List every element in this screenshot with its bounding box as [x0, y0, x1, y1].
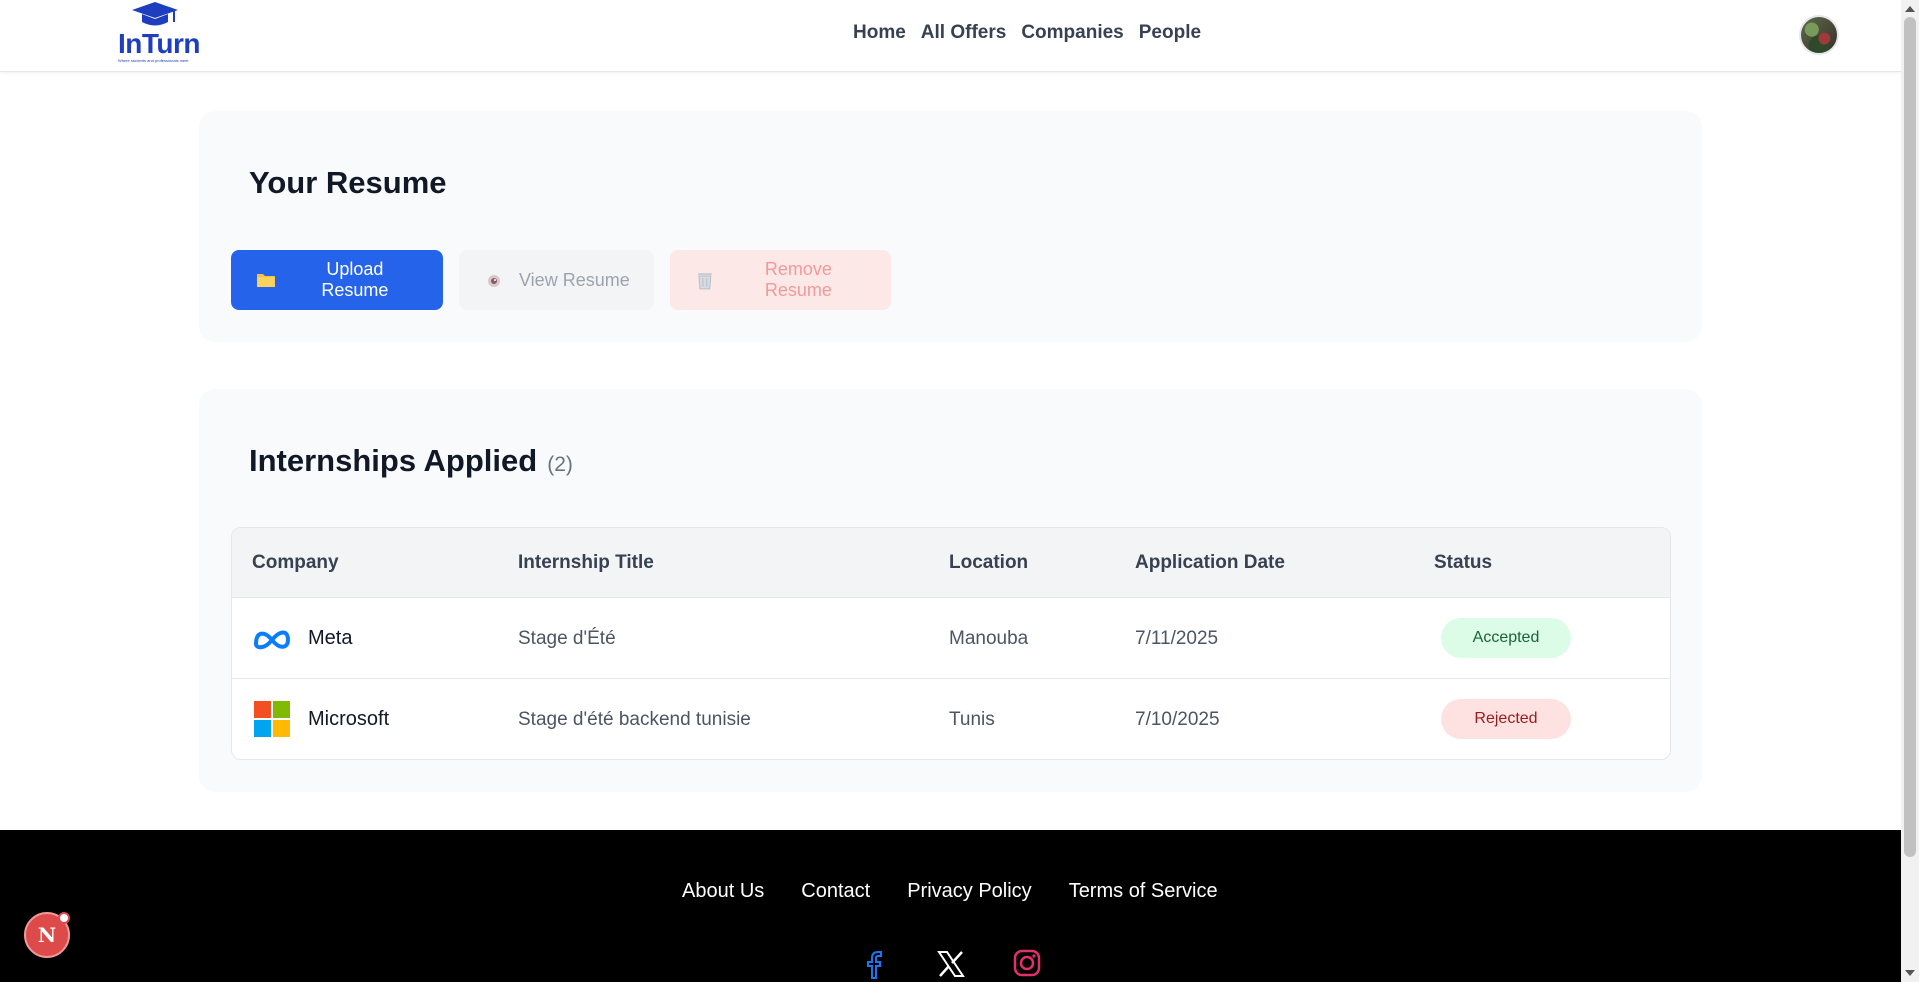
column-status: Status — [1434, 552, 1493, 573]
meta-logo-icon — [254, 630, 290, 650]
footer-links: About Us Contact Privacy Policy Terms of… — [682, 880, 1218, 903]
location: Tunis — [949, 709, 995, 730]
application-date: 7/10/2025 — [1135, 709, 1220, 730]
column-internship-title: Internship Title — [518, 552, 654, 573]
x-icon[interactable] — [937, 948, 965, 980]
applied-count: (2) — [547, 453, 573, 476]
resume-section: Your Resume Upload Resume View Resume Re… — [199, 111, 1702, 342]
application-date: 7/11/2025 — [1135, 628, 1219, 649]
footer-link-about[interactable]: About Us — [682, 880, 764, 903]
upload-resume-label: Upload Resume — [321, 259, 389, 300]
main-nav: Home All Offers Companies People — [853, 22, 1201, 44]
column-company: Company — [252, 552, 339, 573]
view-resume-button[interactable]: View Resume — [459, 250, 654, 310]
facebook-icon[interactable] — [862, 948, 888, 980]
user-avatar[interactable] — [1799, 15, 1839, 55]
nav-companies[interactable]: Companies — [1021, 22, 1123, 44]
instagram-icon[interactable] — [1012, 948, 1042, 980]
folder-icon — [256, 274, 275, 287]
nav-people[interactable]: People — [1139, 22, 1201, 44]
graduation-cap-icon — [132, 2, 178, 26]
company-cell: Meta — [252, 618, 352, 658]
footer-link-terms[interactable]: Terms of Service — [1069, 880, 1218, 903]
table-row[interactable]: Microsoft Stage d'été backend tunisie Tu… — [232, 679, 1670, 759]
nav-home[interactable]: Home — [853, 22, 906, 44]
resume-title: Your Resume — [249, 165, 447, 200]
applications-table: Company Internship Title Location Applic… — [231, 527, 1671, 760]
internship-title: Stage d'Été — [518, 628, 616, 649]
view-resume-label: View Resume — [519, 269, 630, 290]
trash-icon — [697, 273, 712, 290]
status-badge: Rejected — [1441, 699, 1571, 739]
table-row[interactable]: Meta Stage d'Été Manouba 7/11/2025 Accep… — [232, 598, 1670, 679]
internships-applied-title: Internships Applied (2) — [249, 443, 573, 479]
nav-all-offers[interactable]: All Offers — [921, 22, 1007, 44]
company-cell: Microsoft — [252, 699, 389, 739]
eye-icon — [488, 275, 500, 287]
internships-applied-heading: Internships Applied — [249, 443, 538, 478]
page-scrollbar[interactable] — [1901, 0, 1919, 982]
company-name: Microsoft — [308, 707, 390, 730]
footer-link-contact[interactable]: Contact — [801, 880, 870, 903]
brand-tagline: Where students and professionals meet — [118, 58, 189, 63]
microsoft-logo-icon — [254, 701, 290, 737]
brand-name: InTurn — [118, 28, 201, 59]
brand-logo[interactable]: InTurn Where students and professionals … — [116, 0, 202, 66]
company-name: Meta — [308, 626, 353, 649]
site-header: InTurn Where students and professionals … — [0, 0, 1901, 72]
scrollbar-thumb[interactable] — [1904, 17, 1916, 857]
dev-indicator-dot — [58, 912, 70, 924]
remove-resume-button[interactable]: Remove Resume — [670, 250, 891, 310]
resume-actions: Upload Resume View Resume Remove Resume — [231, 250, 891, 310]
footer-link-privacy[interactable]: Privacy Policy — [907, 880, 1031, 903]
site-footer: About Us Contact Privacy Policy Terms of… — [0, 830, 1901, 982]
location: Manouba — [949, 628, 1029, 649]
scroll-down-arrow-icon[interactable] — [1905, 970, 1915, 976]
table-header: Company Internship Title Location Applic… — [232, 528, 1670, 598]
status-badge: Accepted — [1441, 618, 1571, 658]
upload-resume-button[interactable]: Upload Resume — [231, 250, 443, 310]
column-location: Location — [949, 552, 1029, 573]
internship-title: Stage d'été backend tunisie — [518, 709, 751, 730]
column-application-date: Application Date — [1135, 552, 1285, 573]
dev-indicator-letter: N — [37, 923, 57, 947]
internships-applied-section: Internships Applied (2) Company Internsh… — [199, 389, 1702, 792]
remove-resume-label: Remove Resume — [764, 259, 832, 300]
scroll-up-arrow-icon[interactable] — [1905, 6, 1915, 12]
